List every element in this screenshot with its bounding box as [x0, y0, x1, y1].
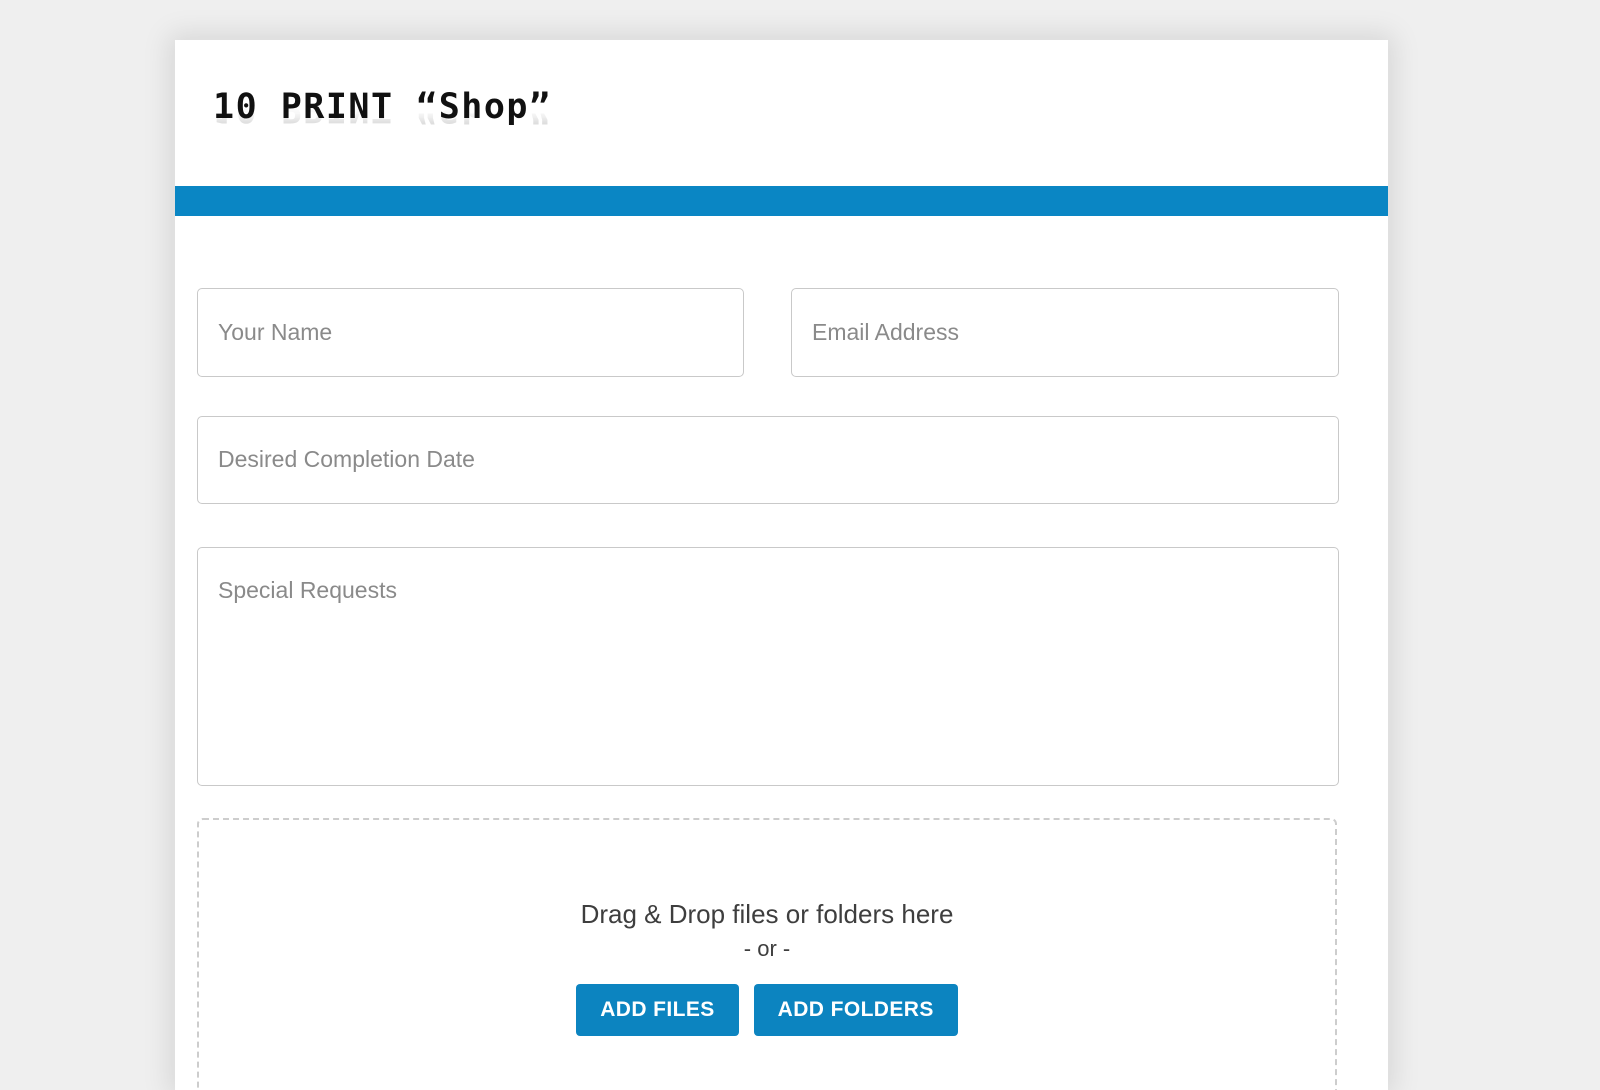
- email-address-placeholder: Email Address: [812, 319, 960, 345]
- dropzone-or-text: - or -: [743, 935, 791, 961]
- accent-bar: [175, 186, 1388, 216]
- your-name-placeholder: Your Name: [218, 319, 333, 345]
- dropzone-content: Drag & Drop files or folders here - or -…: [199, 900, 1335, 1036]
- page-root: 10 PRINT “Shop” 10 PRINT “Shop” Your Nam…: [0, 0, 1600, 1090]
- site-logo-reflection: 10 PRINT “Shop”: [213, 89, 552, 129]
- your-name-field[interactable]: Your Name: [197, 288, 744, 377]
- order-form: Your Name Email Address Desired Completi…: [175, 216, 1388, 1090]
- desired-completion-date-placeholder: Desired Completion Date: [218, 446, 475, 472]
- email-address-field[interactable]: Email Address: [791, 288, 1339, 377]
- add-folders-button[interactable]: ADD FOLDERS: [753, 983, 958, 1036]
- card-header: 10 PRINT “Shop” 10 PRINT “Shop”: [175, 40, 1388, 186]
- order-form-card: 10 PRINT “Shop” 10 PRINT “Shop” Your Nam…: [175, 40, 1388, 1090]
- site-logo: 10 PRINT “Shop” 10 PRINT “Shop”: [213, 89, 552, 161]
- add-files-button[interactable]: ADD FILES: [576, 983, 739, 1036]
- dropzone-title: Drag & Drop files or folders here: [580, 899, 954, 929]
- file-dropzone[interactable]: Drag & Drop files or folders here - or -…: [197, 818, 1337, 1090]
- desired-completion-date-field[interactable]: Desired Completion Date: [197, 416, 1339, 504]
- dropzone-buttons: ADD FILES ADD FOLDERS: [199, 983, 1335, 1036]
- special-requests-field[interactable]: Special Requests: [197, 547, 1339, 786]
- special-requests-placeholder: Special Requests: [218, 577, 397, 603]
